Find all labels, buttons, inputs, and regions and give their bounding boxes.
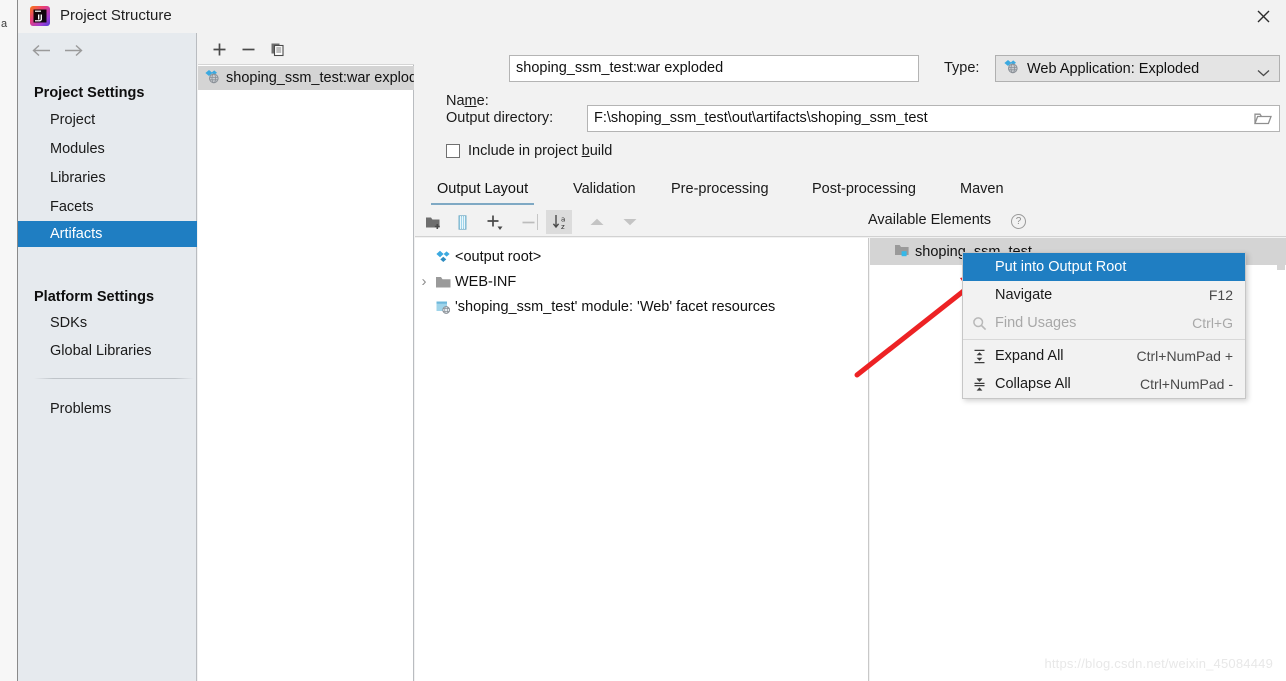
move-up-icon	[583, 207, 611, 237]
menu-item-label: Put into Output Root	[995, 259, 1127, 275]
menu-item-accelerator: F12	[1208, 287, 1233, 303]
screenshot-root: a IJ Project Structure Project Settings …	[0, 0, 1286, 681]
sidebar-item-global-libraries[interactable]: Global Libraries	[18, 338, 197, 364]
navigation-toolbar	[18, 33, 197, 65]
tree-row-label: <output root>	[455, 248, 542, 265]
menu-item-navigate[interactable]: Navigate F12	[963, 281, 1245, 309]
sidebar-item-sdks[interactable]: SDKs	[18, 310, 197, 336]
artifact-tabs: Output Layout Validation Pre-processing …	[415, 173, 1286, 205]
titlebar: IJ Project Structure	[18, 0, 1286, 33]
output-root-icon	[433, 250, 453, 264]
intellij-idea-logo-icon: IJ	[30, 6, 50, 26]
available-elements-label: Available Elements	[868, 212, 992, 228]
chevron-down-icon[interactable]	[1257, 65, 1270, 81]
toolbar-separator	[537, 214, 538, 230]
help-icon[interactable]: ?	[1011, 214, 1026, 229]
menu-item-accelerator: Ctrl+NumPad -	[1140, 376, 1233, 392]
type-combobox-value: Web Application: Exploded	[1027, 60, 1200, 77]
menu-item-label: Expand All	[995, 348, 1064, 364]
output-layout-tree[interactable]: <output root> › WEB-INF 'shoping_ssm_tes…	[415, 238, 869, 681]
menu-item-label: Collapse All	[995, 376, 1071, 392]
context-menu: Put into Output Root Navigate F12 Find U…	[962, 252, 1246, 399]
svg-text:z: z	[561, 223, 565, 230]
tab-maven[interactable]: Maven	[950, 173, 1014, 205]
facet-resources-icon	[433, 300, 453, 314]
extracted-archive-icon[interactable]	[448, 207, 476, 237]
type-label: Type:	[944, 60, 980, 76]
artifact-list-item[interactable]: shoping_ssm_test:war exploded	[198, 66, 414, 90]
nav-divider	[34, 378, 194, 379]
add-dropdown-icon[interactable]	[481, 207, 509, 237]
new-directory-icon[interactable]	[419, 207, 447, 237]
close-icon[interactable]	[1240, 0, 1286, 33]
web-exploded-artifact-icon	[1003, 59, 1020, 78]
selection-row-overflow	[1277, 238, 1285, 270]
nav-group-platform-settings: Platform Settings	[34, 289, 155, 305]
folder-open-icon[interactable]	[1253, 110, 1273, 128]
checkbox-box[interactable]	[446, 144, 460, 158]
background-window-label: a	[1, 18, 8, 30]
settings-navigation-panel: Project Settings Project Modules Librari…	[18, 33, 197, 681]
artifact-list-panel: shoping_ssm_test:war exploded	[198, 33, 414, 681]
search-icon	[963, 316, 995, 331]
tree-row-label: WEB-INF	[455, 273, 517, 290]
tree-row[interactable]: 'shoping_ssm_test' module: 'Web' facet r…	[415, 294, 869, 319]
tab-post-processing[interactable]: Post-processing	[802, 173, 926, 205]
tree-row[interactable]: <output root>	[415, 244, 869, 269]
menu-item-collapse-all[interactable]: Collapse All Ctrl+NumPad -	[963, 370, 1245, 398]
minus-icon[interactable]	[233, 33, 263, 65]
expand-all-icon	[963, 349, 995, 364]
window-title: Project Structure	[60, 7, 172, 24]
arrow-right-icon[interactable]	[62, 40, 84, 60]
tree-row[interactable]: › WEB-INF	[415, 269, 869, 294]
include-in-project-build-label: Include in project build	[468, 143, 613, 159]
move-down-icon	[616, 207, 644, 237]
output-layout-toolbar: a z Available Elements ?	[415, 207, 1286, 237]
arrow-left-icon[interactable]	[30, 40, 52, 60]
name-label: Name:	[446, 93, 489, 109]
menu-item-label: Navigate	[995, 287, 1053, 303]
menu-item-label: Find Usages	[995, 315, 1077, 331]
menu-item-accelerator: Ctrl+NumPad +	[1136, 348, 1233, 364]
svg-text:IJ: IJ	[37, 13, 42, 21]
sidebar-item-libraries[interactable]: Libraries	[18, 165, 197, 191]
nav-group-project-settings: Project Settings	[34, 85, 145, 101]
watermark: https://blog.csdn.net/weixin_45084449	[1044, 656, 1273, 671]
plus-icon[interactable]	[204, 33, 234, 65]
menu-item-expand-all[interactable]: Expand All Ctrl+NumPad +	[963, 342, 1245, 370]
tab-output-layout[interactable]: Output Layout	[427, 173, 538, 205]
sort-alphabetically-icon[interactable]: a z	[547, 207, 575, 237]
copy-icon[interactable]	[262, 33, 292, 65]
artifact-list-item-label: shoping_ssm_test:war exploded	[226, 70, 414, 86]
sidebar-item-project[interactable]: Project	[18, 107, 197, 133]
menu-separator	[963, 339, 1245, 340]
module-folder-icon	[894, 243, 911, 261]
background-window-strip: a	[0, 0, 18, 681]
include-in-project-build-checkbox[interactable]: Include in project build	[446, 143, 612, 159]
tab-validation[interactable]: Validation	[563, 173, 646, 205]
sidebar-item-artifacts[interactable]: Artifacts	[18, 221, 197, 247]
tree-row-label: 'shoping_ssm_test' module: 'Web' facet r…	[455, 298, 776, 315]
name-input[interactable]: shoping_ssm_test:war exploded	[509, 55, 919, 82]
folder-icon	[433, 275, 453, 289]
output-directory-input[interactable]: F:\shoping_ssm_test\out\artifacts\shopin…	[587, 105, 1280, 132]
menu-item-put-into-output-root[interactable]: Put into Output Root	[963, 253, 1245, 281]
menu-item-accelerator: Ctrl+G	[1192, 315, 1233, 331]
output-directory-value: F:\shoping_ssm_test\out\artifacts\shopin…	[594, 110, 928, 126]
chevron-right-icon[interactable]: ›	[415, 273, 433, 290]
menu-item-find-usages: Find Usages Ctrl+G	[963, 309, 1245, 337]
sidebar-item-problems[interactable]: Problems	[50, 401, 111, 417]
sidebar-item-facets[interactable]: Facets	[18, 194, 197, 220]
web-exploded-artifact-icon	[204, 69, 221, 88]
tab-pre-processing[interactable]: Pre-processing	[661, 173, 779, 205]
sidebar-item-modules[interactable]: Modules	[18, 136, 197, 162]
type-combobox[interactable]: Web Application: Exploded	[995, 55, 1280, 82]
artifact-list-toolbar	[198, 33, 414, 65]
output-directory-label: Output directory:	[446, 110, 554, 126]
collapse-all-icon	[963, 377, 995, 392]
